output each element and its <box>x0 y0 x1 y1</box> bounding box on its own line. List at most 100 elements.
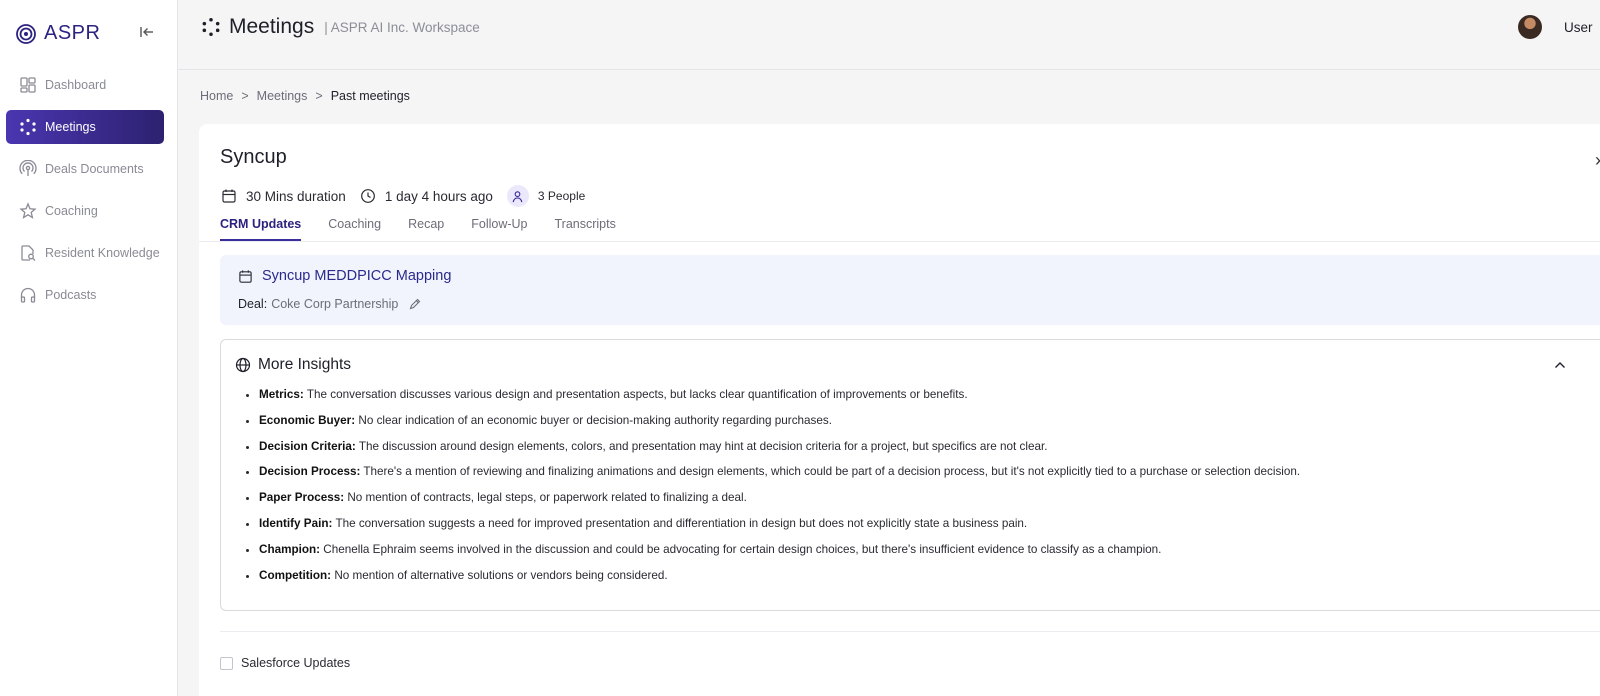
globe-icon <box>235 357 251 373</box>
duration-info: 30 Mins duration <box>221 188 346 204</box>
tab-recap[interactable]: Recap <box>408 217 444 241</box>
sidebar-item-label: Coaching <box>45 204 98 218</box>
top-header: Meetings | ASPR AI Inc. Workspace User <box>178 0 1600 70</box>
insight-label: Champion: <box>259 542 321 556</box>
tab-follow-up[interactable]: Follow-Up <box>471 217 527 241</box>
list-item: Competition: No mention of alternative s… <box>259 568 1300 594</box>
salesforce-checkbox[interactable] <box>220 656 233 670</box>
sidebar-item-coaching[interactable]: Coaching <box>6 194 164 228</box>
more-insights-panel: More Insights Metrics: The conversation … <box>220 339 1600 611</box>
meeting-title: Syncup <box>220 146 287 168</box>
insights-heading: More Insights <box>258 356 352 373</box>
star-people-icon <box>19 202 37 219</box>
list-item: Identify Pain: The conversation suggests… <box>259 516 1300 542</box>
sidebar-item-label: Deals Documents <box>45 162 144 176</box>
list-item: Economic Buyer: No clear indication of a… <box>259 413 1300 439</box>
avatar[interactable] <box>1518 15 1542 39</box>
insight-text: There's a mention of reviewing and final… <box>363 465 1301 479</box>
people-count: 3 People <box>537 189 586 203</box>
salesforce-updates-toggle[interactable]: Salesforce Updates <box>220 656 350 670</box>
deal-mapping-panel: Syncup MEDDPICC Mapping Deal: Coke Corp … <box>220 255 1600 325</box>
deal-value: Coke Corp Partnership <box>271 297 399 311</box>
duration-text: 30 Mins duration <box>246 188 346 204</box>
insight-text: Chenella Ephraim seems involved in the d… <box>323 542 1162 556</box>
collapse-left-icon <box>140 27 153 37</box>
people-info[interactable]: 3 People <box>506 185 586 207</box>
insight-text: No mention of alternative solutions or v… <box>334 568 668 582</box>
sidebar-item-label: Podcasts <box>45 288 97 302</box>
insights-list: Metrics: The conversation discusses vari… <box>259 387 1300 593</box>
sidebar-item-resident-knowledge[interactable]: Resident Knowledge <box>6 236 164 270</box>
breadcrumb-separator: > <box>241 89 249 103</box>
page-title-text: Meetings <box>229 15 315 38</box>
close-icon[interactable]: › <box>1595 150 1600 171</box>
breadcrumb-separator: > <box>315 89 323 103</box>
user-menu[interactable]: User <box>1518 15 1593 39</box>
insight-label: Economic Buyer: <box>259 413 356 427</box>
user-name[interactable]: User <box>1564 20 1593 35</box>
person-icon <box>506 185 529 207</box>
insight-label: Metrics: <box>259 388 304 401</box>
meeting-tabs: CRM Updates Coaching Recap Follow-Up Tra… <box>220 217 616 241</box>
brand-logo[interactable]: ASPR <box>16 22 100 45</box>
mapping-title-text: Syncup MEDDPICC Mapping <box>262 268 452 284</box>
time-ago-text: 1 day 4 hours ago <box>384 188 493 204</box>
insight-text: No clear indication of an economic buyer… <box>358 413 832 427</box>
insight-text: No mention of contracts, legal steps, or… <box>347 491 747 505</box>
list-item: Champion: Chenella Ephraim seems involve… <box>259 542 1300 568</box>
sidebar-nav: Dashboard Meetings Deals Documents Coach… <box>6 68 164 320</box>
page-title: Meetings | ASPR AI Inc. Workspace <box>201 15 480 39</box>
insight-text: The conversation suggests a need for imp… <box>335 516 1028 530</box>
meeting-card: Syncup › 30 Mins duration 1 day 4 hours … <box>199 124 1600 696</box>
meetings-icon <box>20 118 36 136</box>
meetings-icon <box>202 18 220 36</box>
list-item: Decision Process: There's a mention of r… <box>259 464 1300 490</box>
insight-label: Identify Pain: <box>259 516 333 530</box>
breadcrumb-meetings[interactable]: Meetings <box>257 89 308 103</box>
calendar-icon <box>239 269 252 283</box>
sidebar-item-label: Resident Knowledge <box>45 246 160 260</box>
meeting-meta: 30 Mins duration 1 day 4 hours ago 3 Peo… <box>221 185 599 207</box>
sidebar-item-podcasts[interactable]: Podcasts <box>6 278 164 312</box>
document-search-icon <box>21 245 36 261</box>
dashboard-icon <box>20 77 36 93</box>
time-ago-info: 1 day 4 hours ago <box>360 188 493 204</box>
workspace-name: | ASPR AI Inc. Workspace <box>324 19 480 35</box>
tab-crm-updates[interactable]: CRM Updates <box>220 217 302 241</box>
breadcrumb-current: Past meetings <box>330 89 410 103</box>
insight-label: Decision Criteria: <box>259 439 356 453</box>
insight-label: Paper Process: <box>259 491 345 505</box>
sidebar-item-dashboard[interactable]: Dashboard <box>6 68 164 102</box>
clock-icon <box>360 189 375 203</box>
brand-name: ASPR <box>44 22 101 44</box>
edit-pencil-icon[interactable] <box>408 297 422 311</box>
list-item: Decision Criteria: The discussion around… <box>259 439 1300 465</box>
chevron-up-icon[interactable] <box>1553 358 1567 372</box>
breadcrumb: Home > Meetings > Past meetings <box>200 89 410 103</box>
sidebar: ASPR Dashboard Meetings Deals Documents … <box>0 0 178 696</box>
salesforce-label: Salesforce Updates <box>241 656 351 670</box>
deal-label: Deal: <box>238 297 268 311</box>
breadcrumb-home[interactable]: Home <box>200 89 233 103</box>
tabs-divider <box>199 241 1600 242</box>
insight-label: Decision Process: <box>259 465 361 479</box>
sidebar-item-label: Dashboard <box>45 78 107 92</box>
aspr-logo-icon <box>16 23 36 44</box>
list-item: Metrics: The conversation discusses vari… <box>259 387 1300 413</box>
headphones-icon <box>20 287 36 303</box>
podcast-signal-icon <box>19 160 37 176</box>
sidebar-item-deals-documents[interactable]: Deals Documents <box>6 152 164 186</box>
insight-label: Competition: <box>259 568 332 582</box>
insights-header[interactable]: More Insights <box>235 356 351 374</box>
list-item: Paper Process: No mention of contracts, … <box>259 490 1300 516</box>
sidebar-item-meetings[interactable]: Meetings <box>6 110 164 144</box>
tab-transcripts[interactable]: Transcripts <box>555 217 616 241</box>
section-divider <box>220 631 1600 632</box>
sidebar-item-label: Meetings <box>45 120 96 134</box>
calendar-icon <box>222 189 236 203</box>
tab-coaching[interactable]: Coaching <box>328 217 381 241</box>
deal-line: Deal: Coke Corp Partnership <box>238 297 422 311</box>
insight-text: The conversation discusses various desig… <box>306 388 968 401</box>
collapse-sidebar-button[interactable] <box>138 23 156 41</box>
mapping-title[interactable]: Syncup MEDDPICC Mapping <box>238 268 451 284</box>
